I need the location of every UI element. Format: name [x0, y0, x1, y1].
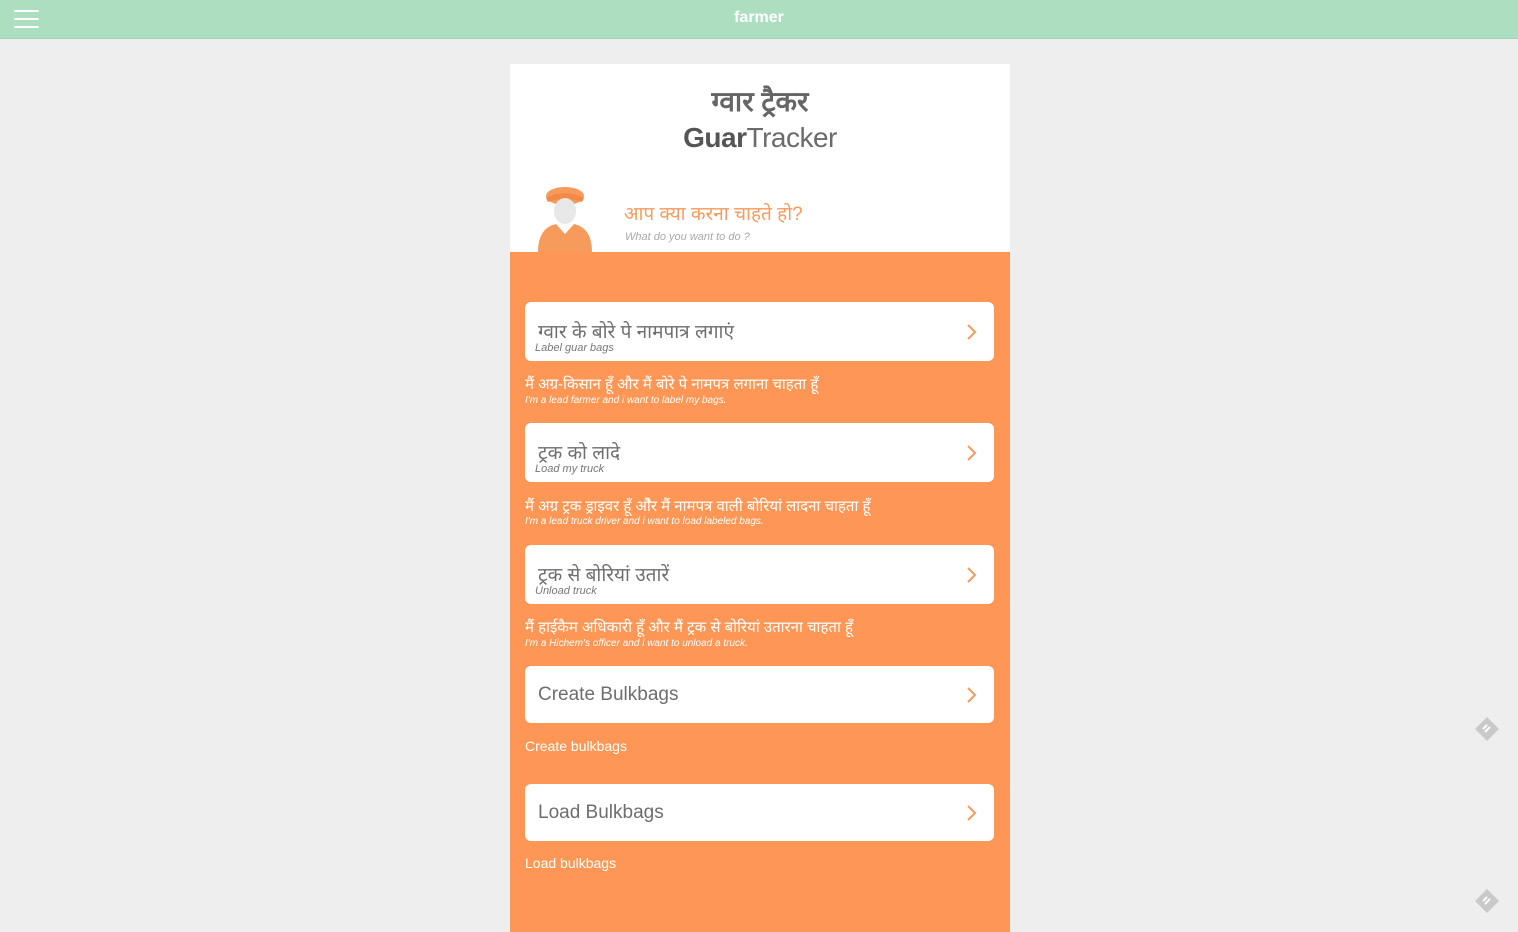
farmer-avatar-icon	[538, 187, 592, 252]
option-unload-truck[interactable]: ट्रक से बोरियां उतारें Unload truck	[525, 545, 994, 604]
option-description-english: I'm a lead farmer and i want to label my…	[525, 395, 727, 406]
option-description-english: I'm a lead truck driver and i want to lo…	[525, 516, 764, 527]
option-load-truck[interactable]: ट्रक को लादे Load my truck	[525, 423, 994, 482]
option-description: Load bulkbags	[525, 855, 617, 871]
prompt-english: What do you want to do ?	[625, 231, 750, 243]
option-label-guar-bags[interactable]: ग्वार के बोरे पे नामपात्र लगाएं Label gu…	[525, 302, 994, 361]
chevron-right-icon	[967, 445, 977, 461]
feedback-icon[interactable]	[1473, 715, 1501, 743]
title-en-light: Tracker	[746, 122, 838, 153]
main-panel: ग्वार ट्रैकर GuarTracker आप क्या करना चा…	[510, 64, 1010, 932]
option-description-hindi: मैं अग्र ट्रक ड्राइवर हूँ औेर मैं नामपत्…	[525, 498, 871, 515]
app-title: farmer	[734, 9, 784, 26]
top-app-bar: farmer	[0, 0, 1518, 39]
option-description: Create bulkbags	[525, 738, 627, 754]
option-load-bulkbags[interactable]: Load Bulkbags	[525, 784, 994, 841]
chevron-right-icon	[967, 567, 977, 583]
option-title: Load Bulkbags	[538, 802, 664, 823]
option-subtitle: Label guar bags	[535, 342, 614, 354]
feedback-icon[interactable]	[1473, 887, 1501, 915]
option-subtitle: Load my truck	[535, 463, 605, 475]
option-description-hindi: मैं हाईकैम अधिकारी हूँ और मैं ट्रक से बो…	[525, 619, 853, 636]
prompt-hindi: आप क्या करना चाहते हो?	[624, 204, 803, 225]
option-title: Create Bulkbags	[538, 684, 679, 705]
option-title: ट्रक को लादे	[538, 443, 621, 464]
chevron-right-icon	[967, 805, 977, 821]
page-title-english: GuarTracker	[510, 122, 1010, 154]
option-description-english: I'm a Hichem's officer and i want to unl…	[525, 638, 748, 649]
option-create-bulkbags[interactable]: Create Bulkbags	[525, 666, 994, 723]
chevron-right-icon	[967, 324, 977, 340]
options-section: ग्वार के बोरे पे नामपात्र लगाएं Label gu…	[510, 252, 1010, 932]
option-subtitle: Unload truck	[535, 585, 597, 597]
option-title: ग्वार के बोरे पे नामपात्र लगाएं	[538, 322, 734, 343]
page-title-hindi: ग्वार ट्रैकर	[711, 86, 809, 117]
title-en-bold: Guar	[683, 122, 747, 153]
chevron-right-icon	[967, 687, 977, 703]
option-description-hindi: मैं अग्र-किसान हूँ और मैं बोरे पे नामपत्…	[525, 376, 819, 393]
option-title: ट्रक से बोरियां उतारें	[538, 565, 670, 586]
